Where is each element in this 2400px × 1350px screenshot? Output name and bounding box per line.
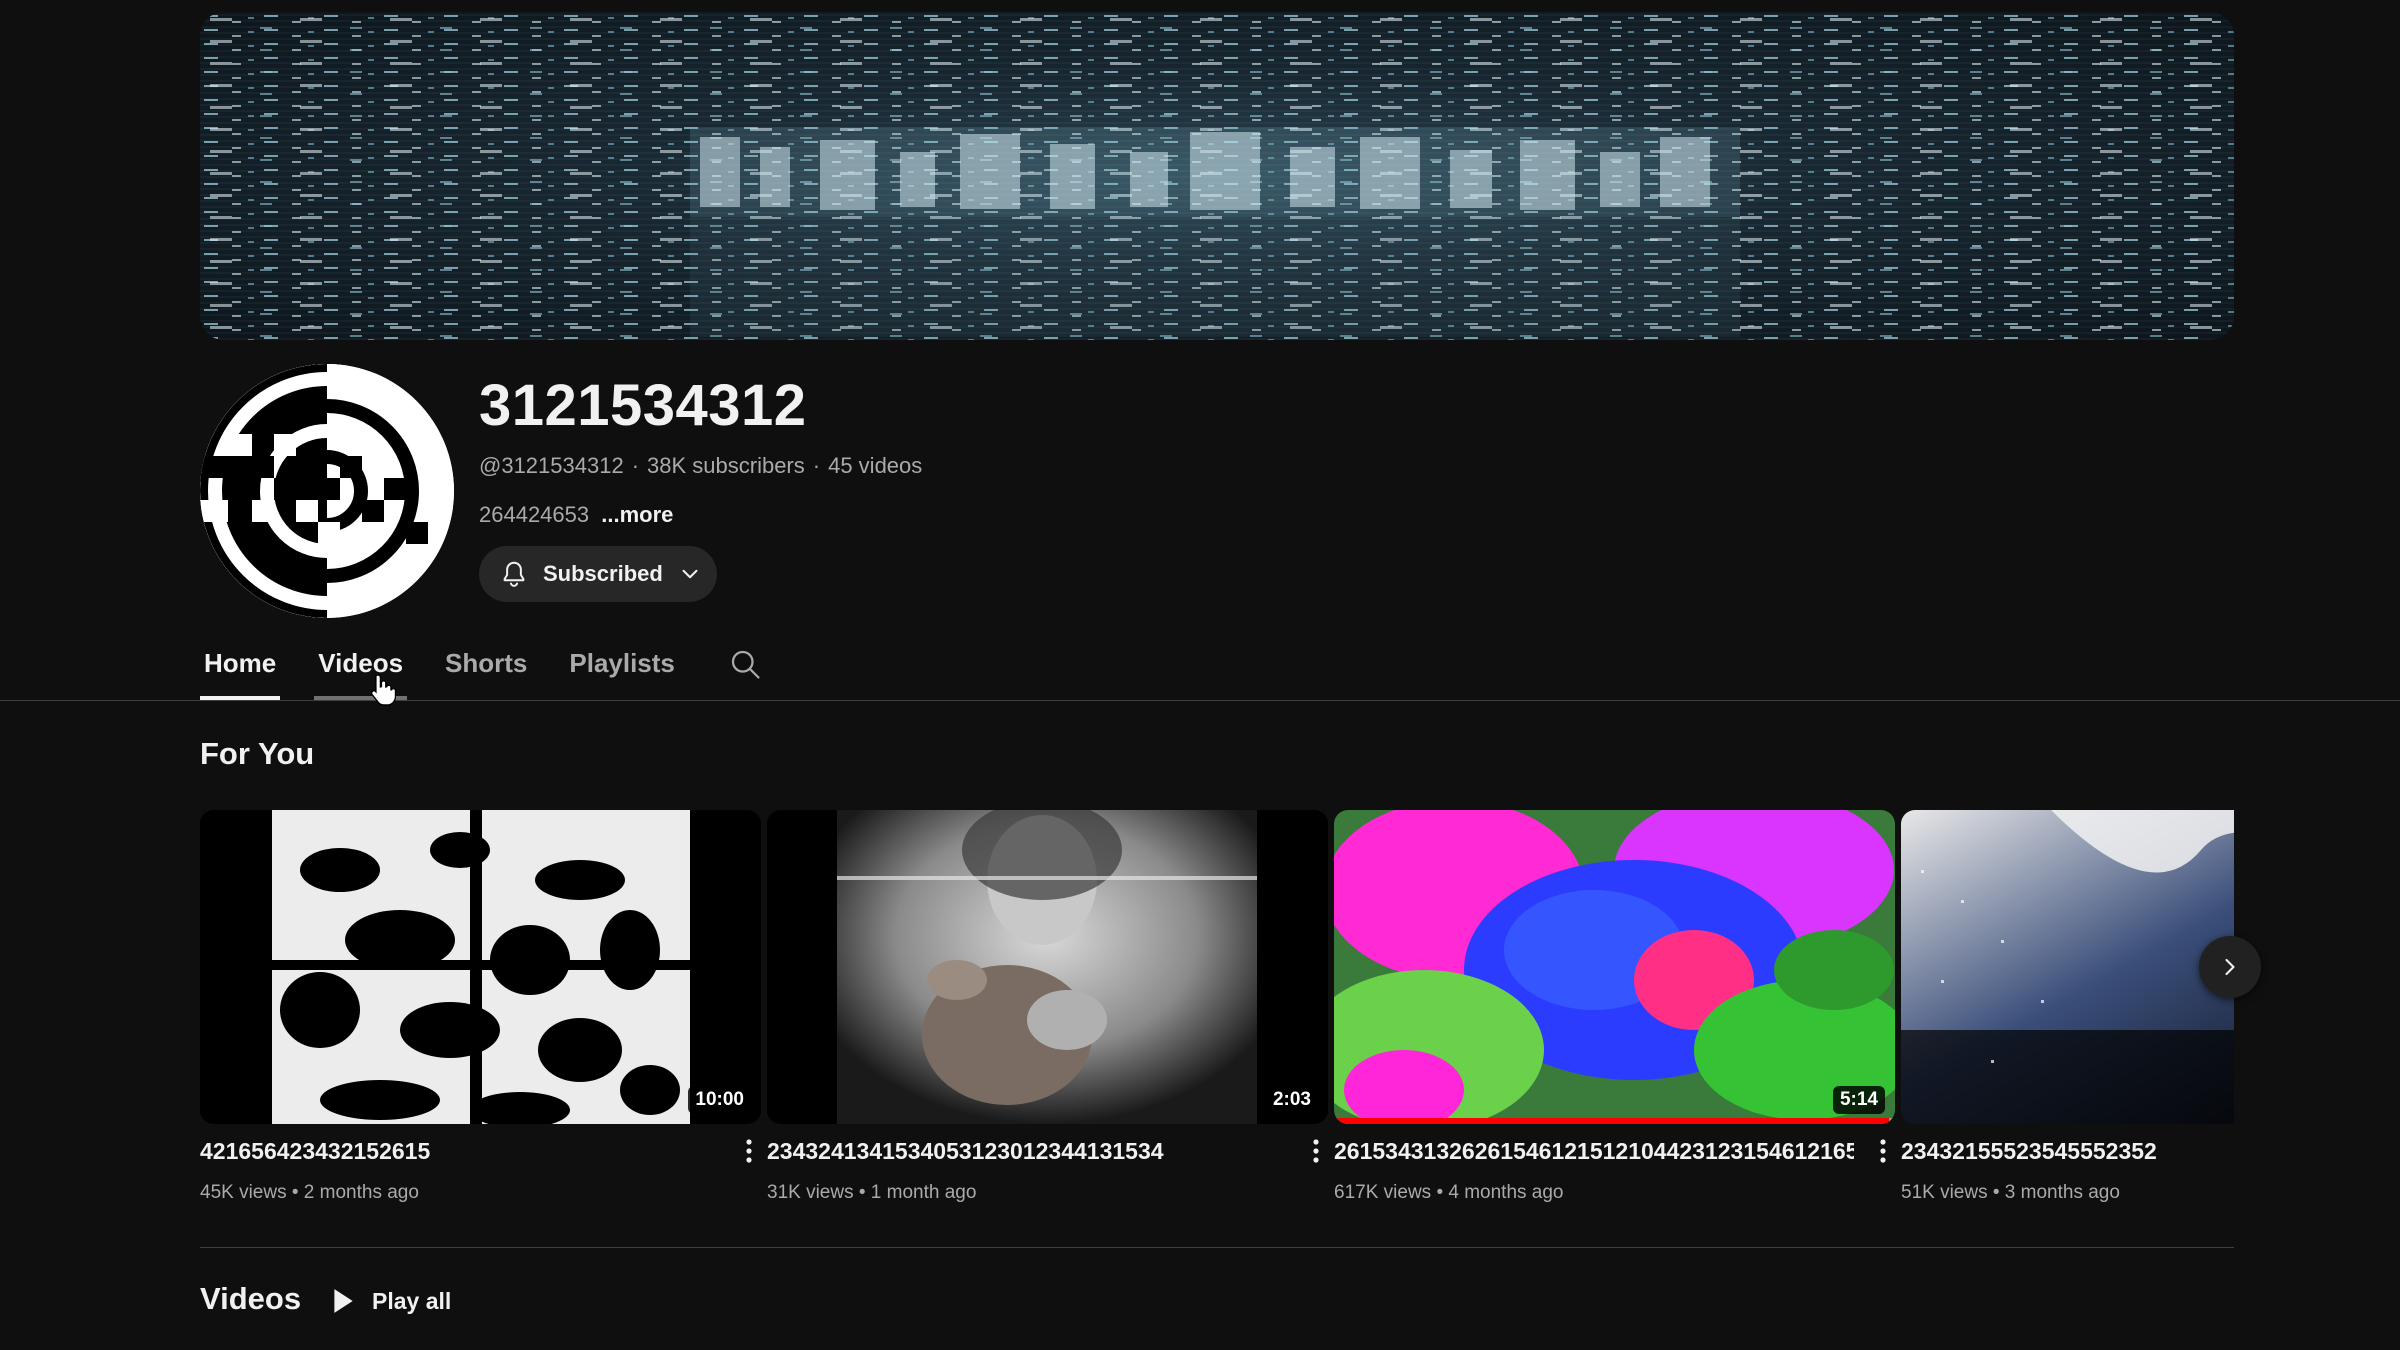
video-duration: 2:03 bbox=[1265, 1086, 1318, 1114]
hand-cursor-icon bbox=[370, 674, 396, 706]
video-thumbnail[interactable]: 5:14 bbox=[1334, 810, 1895, 1124]
avatar-image bbox=[200, 364, 454, 618]
video-duration: 10:00 bbox=[688, 1086, 751, 1114]
video-count: 45 videos bbox=[828, 453, 923, 478]
video-thumbnail[interactable] bbox=[1901, 810, 2234, 1124]
video-meta: 51K views • 3 months ago bbox=[1901, 1182, 2120, 1203]
subscribed-label: Subscribed bbox=[543, 561, 663, 586]
chevron-right-icon bbox=[2225, 958, 2235, 976]
chevron-down-icon bbox=[682, 569, 698, 579]
video-duration: 5:14 bbox=[1832, 1086, 1885, 1114]
video-card[interactable]: 2:03 234324134153405312301234413153​4 31… bbox=[767, 810, 1328, 1203]
video-meta: 617K views • 4 months ago bbox=[1334, 1182, 1564, 1203]
channel-name: 3121534312 bbox=[479, 373, 807, 438]
play-icon bbox=[334, 1289, 353, 1313]
meta-separator: · bbox=[812, 453, 821, 478]
tabs-divider bbox=[0, 700, 2400, 701]
channel-tabs: Home Videos Shorts Playlists bbox=[200, 640, 763, 702]
meta-separator: · bbox=[631, 453, 640, 478]
video-title[interactable]: 2615343132626154612151210442312315461216… bbox=[1334, 1138, 1854, 1165]
video-meta: 31K views • 1 month ago bbox=[767, 1182, 977, 1203]
tab-home[interactable]: Home bbox=[200, 640, 281, 700]
more-vertical-icon bbox=[746, 1139, 752, 1163]
for-you-shelf: 10:00 421656423432152615 45K views • 2 m… bbox=[200, 810, 2234, 1230]
video-thumbnail[interactable]: 10:00 bbox=[200, 810, 761, 1124]
play-all-label: Play all bbox=[372, 1287, 452, 1314]
thumbnail-image bbox=[1901, 810, 2234, 1124]
video-menu-button[interactable] bbox=[741, 1138, 757, 1166]
video-title[interactable]: 234324134153405312301234413153​4 bbox=[767, 1138, 1287, 1165]
banner-art bbox=[200, 12, 2234, 340]
video-meta: 45K views • 2 months ago bbox=[200, 1182, 419, 1203]
subscribed-button[interactable]: Subscribed bbox=[479, 546, 717, 602]
video-title[interactable]: 23432155523545552352 bbox=[1901, 1138, 2234, 1165]
video-thumbnail[interactable]: 2:03 bbox=[767, 810, 1328, 1124]
video-menu-button[interactable] bbox=[1308, 1138, 1324, 1166]
subscriber-count: 38K subscribers bbox=[647, 453, 805, 478]
more-link[interactable]: ...more bbox=[601, 502, 673, 527]
play-all-button[interactable]: Play all bbox=[330, 1281, 451, 1321]
for-you-heading: For You bbox=[200, 736, 315, 771]
more-vertical-icon bbox=[1313, 1139, 1319, 1163]
description-text: 264424653 bbox=[479, 502, 590, 527]
video-title[interactable]: 421656423432152615 bbox=[200, 1138, 720, 1165]
thumbnail-image bbox=[1334, 810, 1895, 1124]
more-vertical-icon bbox=[1880, 1139, 1886, 1163]
thumbnail-image bbox=[767, 810, 1328, 1124]
video-card[interactable]: 5:14 26153431326261546121512104423123154… bbox=[1334, 810, 1895, 1203]
search-icon bbox=[731, 650, 760, 679]
channel-avatar[interactable] bbox=[200, 364, 454, 618]
channel-description[interactable]: 264424653 ...more bbox=[479, 502, 673, 528]
videos-heading: Videos bbox=[200, 1281, 302, 1316]
watch-progress-bar bbox=[1334, 1118, 1890, 1124]
video-card[interactable]: 10:00 421656423432152615 45K views • 2 m… bbox=[200, 810, 761, 1203]
video-menu-button[interactable] bbox=[1875, 1138, 1891, 1166]
bell-icon bbox=[503, 561, 525, 587]
video-card[interactable]: 23432155523545552352 51K views • 3 month… bbox=[1901, 810, 2234, 1203]
thumbnail-image bbox=[200, 810, 761, 1124]
shelf-next-button[interactable] bbox=[2199, 936, 2261, 998]
channel-search-button[interactable] bbox=[727, 640, 763, 687]
channel-banner bbox=[200, 12, 2234, 340]
channel-page: 3121534312 @3121534312 · 38K subscribers… bbox=[0, 0, 2400, 1350]
channel-handle: @3121534312 bbox=[479, 453, 624, 478]
section-divider bbox=[200, 1247, 2234, 1248]
tab-shorts[interactable]: Shorts bbox=[441, 640, 531, 700]
tab-playlists[interactable]: Playlists bbox=[565, 640, 679, 700]
channel-meta: @3121534312 · 38K subscribers · 45 video… bbox=[479, 453, 922, 479]
